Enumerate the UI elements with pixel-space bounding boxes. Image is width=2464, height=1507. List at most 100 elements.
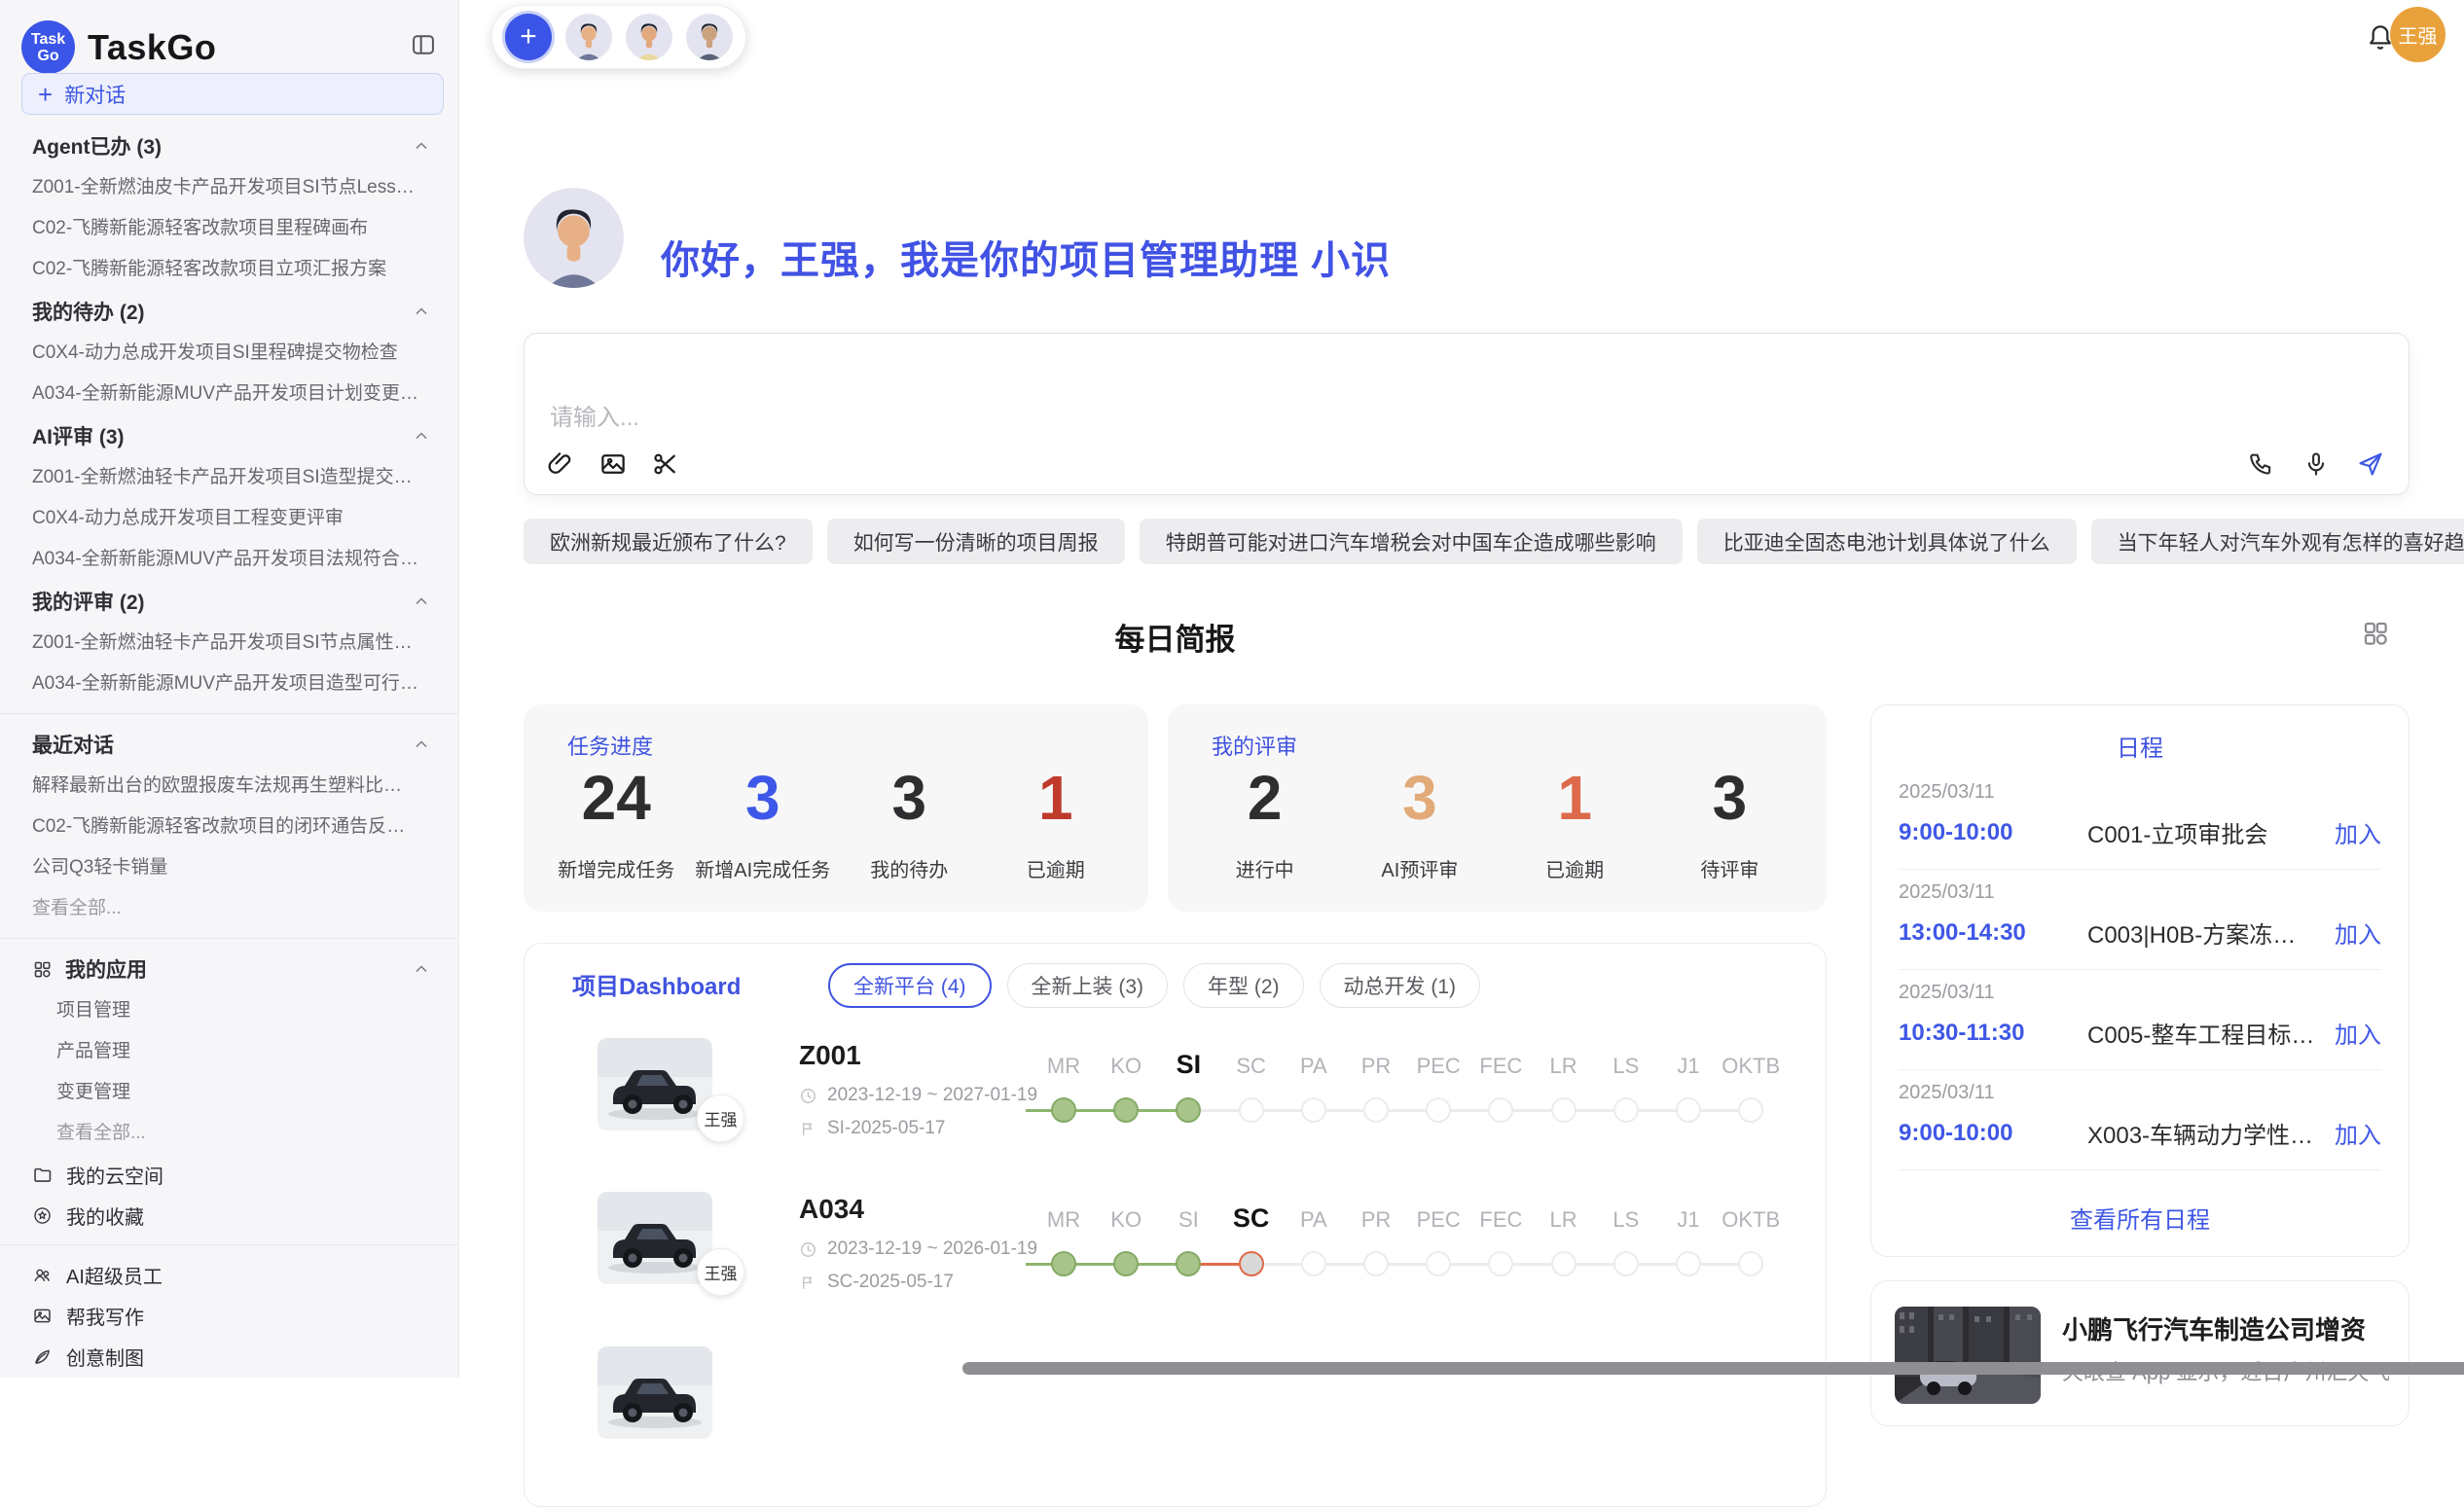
dashboard-tab[interactable]: 年型 (2) [1183,963,1304,1008]
sidebar-list-item[interactable]: Z001-全新燃油轻卡产品开发项目SI造型提交物评审 [0,457,458,498]
chevron-up-icon [412,302,431,321]
schedule-item: 2025/03/1113:00-14:30C003|H0B-方案冻结评审加入 [1899,870,2381,970]
sidebar-section-header[interactable]: Agent已办 (3) [0,125,458,167]
stat-caption: 新增完成任务 [543,854,690,882]
sidebar-item-创意制图[interactable]: 创意制图 [0,1336,458,1377]
schedule-event-title: C003|H0B-方案冻结评审 [2087,915,2319,950]
schedule-time: 13:00-14:30 [1899,919,2062,947]
dashboard-tab[interactable]: 动总开发 (1) [1320,963,1481,1008]
logo-line1: Task [31,31,65,48]
image-icon[interactable] [598,449,628,479]
app-logo: Task Go [21,20,75,74]
sidebar-list-item[interactable]: 项目管理 [0,990,458,1031]
sidebar-list-item[interactable]: 产品管理 [0,1031,458,1072]
milestone-dot [1051,1251,1076,1276]
stat: 3 新增AI完成任务 [690,767,837,882]
news-card[interactable]: 小鹏飞行汽车制造公司增资 天眼查 App 显示，近日广州汇天飞行汽... [1870,1280,2410,1426]
layout-grid-icon[interactable] [2361,619,2390,648]
milestone-track: MRKOSISCPAPRPECFECLRLSJ1OKTB [1026,1038,1804,1157]
sidebar-list-item[interactable]: A034-全新新能源MUV产品开发项目造型可行性评审 [0,664,458,704]
stat-caption: 进行中 [1187,854,1342,882]
view-all-schedule-link[interactable]: 查看所有日程 [1871,1201,2409,1235]
sidebar-list-item[interactable]: Z001-全新燃油皮卡产品开发项目SI节点Lesson Learn报告 [0,167,458,208]
sidebar-section-label: 我的待办 (2) [32,297,145,326]
suggestion-chip[interactable]: 如何写一份清晰的项目周报 [827,519,1125,564]
stat-caption: 已逾期 [983,854,1130,882]
sidebar-scroll[interactable]: Agent已办 (3)Z001-全新燃油皮卡产品开发项目SI节点Lesson L… [0,125,458,1378]
collapse-sidebar-icon[interactable] [410,31,437,58]
phone-icon[interactable] [2247,449,2276,479]
schedule-date: 2025/03/11 [1899,781,2381,804]
sidebar-list-item[interactable]: 变更管理 [0,1072,458,1113]
sidebar-list-item[interactable]: C0X4-动力总成开发项目工程变更评审 [0,498,458,539]
paperclip-icon[interactable] [546,449,575,479]
sidebar-list-item[interactable]: 查看全部... [0,888,458,929]
dashboard-tab[interactable]: 全新平台 (4) [828,963,992,1008]
new-chat-button[interactable]: + 新对话 [21,73,444,115]
divider [0,1244,458,1245]
composer[interactable]: 请输入... [524,333,2410,495]
suggestion-chip[interactable]: 欧洲新规最近颁布了什么? [524,519,813,564]
main-area: + 王强 你好，王强，我是你的项目管理助理 小识 请输入... [459,0,2464,1378]
milestone-label: OKTB [1707,1207,1794,1233]
sidebar-section-header[interactable]: 最近对话 [0,723,458,766]
horizontal-scrollbar[interactable] [962,1362,2464,1375]
sidebar-section-label: 我的应用 [65,954,147,984]
sidebar-list-item[interactable]: C02-飞腾新能源轻客改款项目立项汇报方案 [0,249,458,290]
schedule-event-title: C001-立项审批会 [2087,815,2319,849]
send-icon[interactable] [2356,449,2385,479]
sidebar-list-item[interactable]: 查看全部... [0,1113,458,1154]
sidebar-list-item[interactable]: A034-全新新能源MUV产品开发项目法规符合性评审 [0,539,458,580]
schedule-join-link[interactable]: 加入 [2335,1016,2381,1050]
schedule-join-link[interactable]: 加入 [2335,1116,2381,1150]
milestone-dot [1301,1251,1326,1276]
chevron-up-icon [412,959,431,979]
project-row[interactable]: 王强Z0012023-12-19 ~ 2027-01-19SI-2025-05-… [598,1038,1802,1157]
schedule-join-link[interactable]: 加入 [2335,915,2381,950]
composer-placeholder: 请输入... [550,398,639,432]
milestone-dot [1551,1251,1576,1276]
milestone-dot [1551,1097,1576,1123]
schedule-item: 2025/03/1110:30-11:30C005-整车工程目标评审加入 [1899,970,2381,1070]
project-row[interactable]: 王强A0342023-12-19 ~ 2026-01-19SC-2025-05-… [598,1192,1802,1310]
stat-caption: 新增AI完成任务 [690,854,837,882]
sidebar-section-header[interactable]: 我的评审 (2) [0,580,458,623]
sidebar-section-header[interactable]: 我的待办 (2) [0,290,458,333]
suggestion-chip[interactable]: 当下年轻人对汽车外观有怎样的喜好趋势 [2091,519,2464,564]
sidebar-section-label: AI评审 (3) [32,421,125,450]
project-dates: 2023-12-19 ~ 2026-01-19 [799,1238,1037,1260]
schedule-join-link[interactable]: 加入 [2335,815,2381,849]
stat-caption: 我的待办 [836,854,983,882]
plus-icon: + [38,82,53,107]
dashboard-tab[interactable]: 全新上装 (3) [1007,963,1169,1008]
sidebar-section-header[interactable]: 我的应用 [0,948,458,990]
stat-value: 3 [690,767,837,829]
mic-icon[interactable] [2301,449,2331,479]
owner-badge: 王强 [697,1094,744,1142]
new-chat-label: 新对话 [64,80,126,109]
pen-icon [32,1346,53,1367]
sidebar-list-item[interactable]: Z001-全新燃油轻卡产品开发项目SI节点属性5D文件评审 [0,623,458,664]
stat-value: 1 [1498,767,1652,829]
milestone-dot [1738,1097,1763,1123]
milestone-dot [1113,1097,1139,1123]
sidebar-list-item[interactable]: 解释最新出台的欧盟报废车法规再生塑料比例被调至15%... [0,766,458,807]
assistant-avatar [524,188,624,288]
sidebar-list-item[interactable]: 公司Q3轻卡销量 [0,847,458,888]
sidebar-item-我的云空间[interactable]: 我的云空间 [0,1154,458,1195]
apps-grid-icon [32,959,53,980]
sidebar-item-label: 我的云空间 [66,1161,163,1189]
sidebar-list-item[interactable]: C02-飞腾新能源轻客改款项目里程碑画布 [0,208,458,249]
schedule-date: 2025/03/11 [1899,1082,2381,1104]
greeting-text: 你好，王强，我是你的项目管理助理 小识 [661,229,1391,288]
suggestion-chip[interactable]: 特朗普可能对进口汽车增税会对中国车企造成哪些影响 [1140,519,1683,564]
sidebar-item-我的收藏[interactable]: 我的收藏 [0,1195,458,1236]
sidebar-item-AI超级员工[interactable]: AI超级员工 [0,1254,458,1295]
sidebar-list-item[interactable]: C02-飞腾新能源轻客改款项目的闭环通告反馈情况 [0,807,458,847]
sidebar-list-item[interactable]: A034-全新新能源MUV产品开发项目计划变更表编写 [0,374,458,414]
sidebar-item-帮我写作[interactable]: 帮我写作 [0,1295,458,1336]
sidebar-list-item[interactable]: C0X4-动力总成开发项目SI里程碑提交物检查 [0,333,458,374]
scissors-icon[interactable] [651,449,680,479]
suggestion-chip[interactable]: 比亚迪全固态电池计划具体说了什么 [1697,519,2077,564]
sidebar-section-header[interactable]: AI评审 (3) [0,414,458,457]
